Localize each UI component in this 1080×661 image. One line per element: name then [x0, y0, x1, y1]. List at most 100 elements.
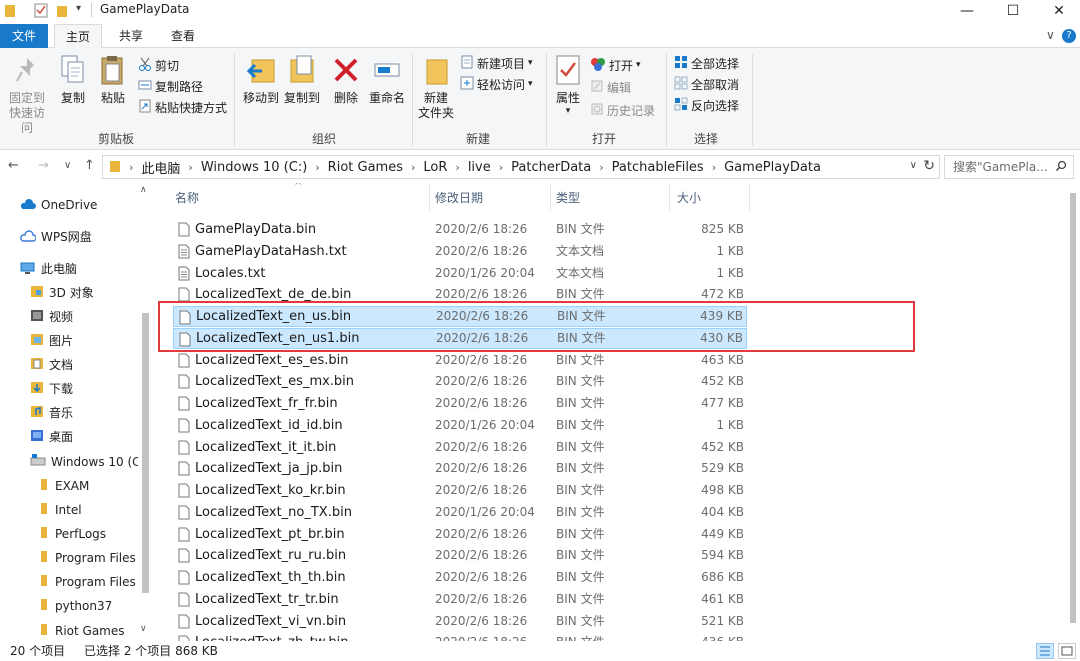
file-row[interactable]: LocalizedText_zh_tw.bin 2020/2/6 18:26 BIN… [173, 632, 747, 641]
cut-button[interactable]: 剪切 [138, 55, 179, 75]
breadcrumb-item[interactable]: Riot Games [328, 160, 403, 175]
tab-file[interactable]: 文件 [0, 24, 48, 48]
file-row[interactable]: LocalizedText_pt_br.bin 2020/2/6 18:26 BIN… [173, 524, 747, 545]
file-row[interactable]: LocalizedText_tr_tr.bin 2020/2/6 18:26 BIN… [173, 589, 747, 610]
details-view-button[interactable] [1036, 643, 1054, 659]
large-icons-view-button[interactable] [1058, 643, 1076, 659]
paste-shortcut-button[interactable]: 粘贴快捷方式 [138, 97, 227, 117]
copy-button[interactable]: 复制 [56, 54, 90, 106]
up-button[interactable]: ↑ [84, 158, 95, 173]
file-row[interactable]: LocalizedText_ko_kr.bin 2020/2/6 18:26 BIN… [173, 480, 747, 501]
file-row[interactable]: LocalizedText_vi_vn.bin 2020/2/6 18:26 BIN… [173, 611, 747, 632]
nav-item-wps[interactable]: WPS网盘 [20, 226, 92, 248]
history-button[interactable]: 历史记录 [590, 100, 655, 120]
column-header-size[interactable]: 大小 [677, 183, 701, 213]
nav-item-desktop[interactable]: 桌面 [30, 426, 73, 448]
address-bar[interactable]: › 此电脑 › Windows 10 (C:) › Riot Games › L… [102, 155, 940, 179]
file-row[interactable]: GamePlayDataHash.txt 2020/2/6 18:26 文本文档 1 … [173, 241, 747, 262]
nav-item-this-pc[interactable]: 此电脑 [20, 258, 77, 280]
refresh-button[interactable]: ↻ [923, 158, 935, 174]
file-row[interactable]: LocalizedText_ja_jp.bin 2020/2/6 18:26 BIN… [173, 458, 747, 479]
customize-quick-access-icon[interactable]: ▾ [76, 3, 81, 14]
nav-item-program-files-x86[interactable]: Program Files [38, 571, 136, 593]
file-row[interactable]: Locales.txt 2020/1/26 20:04 文本文档 1 KB [173, 263, 747, 284]
select-all-button[interactable]: 全部选择 [674, 53, 739, 73]
file-row[interactable]: GamePlayData.bin 2020/2/6 18:26 BIN 文件 825 … [173, 219, 747, 240]
nav-item-intel[interactable]: Intel [38, 499, 82, 521]
file-row[interactable]: LocalizedText_es_mx.bin 2020/2/6 18:26 BIN… [173, 371, 747, 392]
nav-item-python37[interactable]: python37 [38, 595, 112, 617]
file-list-scrollbar[interactable] [1066, 183, 1080, 641]
properties-quick-icon[interactable] [34, 3, 48, 21]
properties-button[interactable]: 属性 ▾ [552, 54, 584, 116]
invert-selection-button[interactable]: 反向选择 [674, 95, 739, 115]
nav-item-pictures[interactable]: 图片 [30, 330, 73, 352]
edit-button[interactable]: 编辑 [590, 77, 631, 97]
copy-to-button[interactable]: 复制到 [282, 54, 322, 106]
copy-path-button[interactable]: 复制路径 [138, 76, 203, 96]
pin-to-quick-access-button[interactable]: 固定到 快速访问 [4, 54, 50, 136]
file-row[interactable]: LocalizedText_it_it.bin 2020/2/6 18:26 BIN… [173, 437, 747, 458]
tab-home[interactable]: 主页 [54, 24, 102, 49]
paste-button[interactable]: 粘贴 [96, 54, 130, 106]
nav-item-music[interactable]: 音乐 [30, 402, 73, 424]
nav-scrollbar[interactable]: ∧ ∨ [138, 183, 152, 641]
address-dropdown-button[interactable]: ∨ [910, 160, 917, 171]
minimize-button[interactable]: — [944, 0, 990, 22]
recent-locations-button[interactable]: ∨ [64, 160, 71, 171]
breadcrumb-item[interactable]: PatchableFiles [612, 160, 704, 175]
scroll-up-arrow-icon[interactable]: ∧ [140, 185, 147, 195]
new-folder-quick-icon[interactable] [56, 3, 68, 21]
forward-button[interactable]: → [38, 158, 49, 173]
column-header-type[interactable]: 类型 [556, 183, 580, 213]
breadcrumb-item[interactable]: LoR [423, 160, 447, 175]
open-button[interactable]: 打开 ▾ [590, 55, 641, 75]
rename-button[interactable]: 重命名 [366, 54, 408, 106]
back-button[interactable]: ← [8, 158, 19, 173]
nav-item-windows-drive[interactable]: Windows 10 (C [30, 451, 141, 473]
breadcrumb-item[interactable]: GamePlayData [724, 160, 821, 175]
tab-share[interactable]: 共享 [108, 24, 154, 48]
file-row[interactable]: LocalizedText_th_th.bin 2020/2/6 18:26 BIN… [173, 567, 747, 588]
tab-view[interactable]: 查看 [160, 24, 206, 48]
new-item-button[interactable]: 新建项目 ▾ [460, 53, 533, 73]
breadcrumb-item[interactable]: PatcherData [511, 160, 591, 175]
nav-item-riot-games[interactable]: Riot Games [38, 620, 125, 641]
breadcrumb-item[interactable]: 此电脑 [141, 158, 180, 177]
help-button[interactable]: ? [1062, 29, 1076, 43]
close-button[interactable]: ✕ [1036, 0, 1080, 22]
nav-item-downloads[interactable]: 下载 [30, 378, 73, 400]
column-divider[interactable] [550, 185, 551, 211]
file-row[interactable]: LocalizedText_no_TX.bin 2020/1/26 20:04 BI… [173, 502, 747, 523]
file-row[interactable]: LocalizedText_es_es.bin 2020/2/6 18:26 BIN… [173, 350, 747, 371]
nav-item-exam[interactable]: EXAM [38, 475, 89, 497]
new-folder-button[interactable]: 新建 文件夹 [416, 54, 456, 121]
column-divider[interactable] [429, 185, 430, 211]
nav-item-perflogs[interactable]: PerfLogs [38, 523, 106, 545]
search-input[interactable]: 搜索"GamePla... [944, 155, 1074, 179]
nav-item-3d-objects[interactable]: 3D 对象 [30, 282, 94, 304]
maximize-button[interactable]: ☐ [990, 0, 1036, 22]
file-row[interactable]: LocalizedText_id_id.bin 2020/1/26 20:04 BI… [173, 415, 747, 436]
nav-item-onedrive[interactable]: OneDrive [20, 194, 97, 216]
scroll-down-arrow-icon[interactable]: ∨ [140, 624, 147, 634]
file-list-scroll-thumb[interactable] [1070, 193, 1076, 623]
column-divider[interactable] [669, 185, 670, 211]
file-row[interactable]: LocalizedText_fr_fr.bin 2020/2/6 18:26 BIN… [173, 393, 747, 414]
nav-item-documents[interactable]: 文档 [30, 354, 73, 376]
move-to-button[interactable]: 移动到 [240, 54, 282, 106]
easy-access-button[interactable]: 轻松访问 ▾ [460, 74, 533, 94]
nav-item-program-files[interactable]: Program Files [38, 547, 136, 569]
file-row[interactable]: LocalizedText_ru_ru.bin 2020/2/6 18:26 BIN… [173, 545, 747, 566]
delete-button[interactable]: 删除 [330, 54, 362, 106]
nav-item-videos[interactable]: 视频 [30, 306, 73, 328]
nav-scroll-thumb[interactable] [142, 313, 149, 593]
ribbon-expand-button[interactable]: ∨ [1046, 28, 1055, 42]
breadcrumb-item[interactable]: Windows 10 (C:) [201, 160, 307, 175]
column-header-name[interactable]: 名称 [175, 183, 199, 213]
breadcrumb-item[interactable]: live [468, 160, 491, 175]
column-header-date[interactable]: 修改日期 [435, 183, 483, 213]
column-divider[interactable] [749, 185, 750, 211]
select-none-button[interactable]: 全部取消 [674, 74, 739, 94]
delete-x-icon [331, 58, 361, 89]
